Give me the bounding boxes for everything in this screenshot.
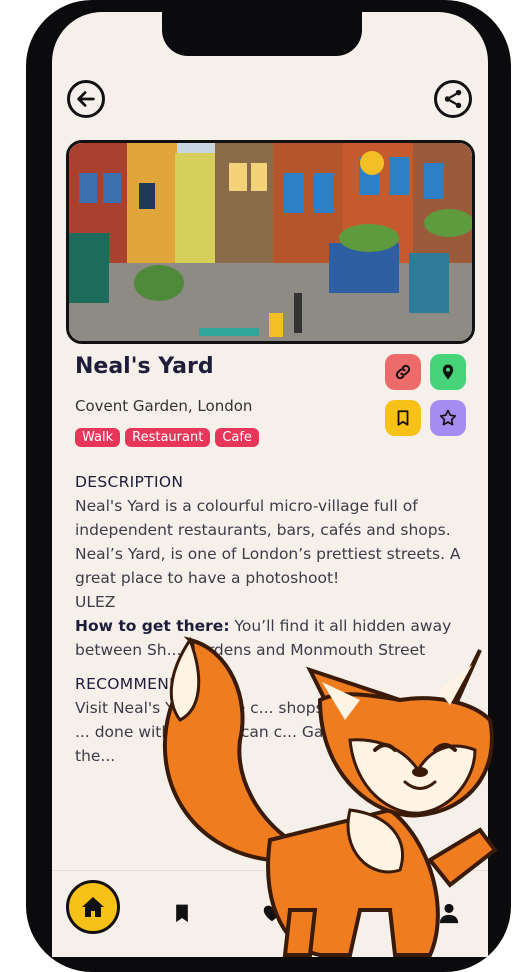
map-button[interactable] [430,354,466,390]
bookmark-button[interactable] [385,400,421,436]
tag-walk[interactable]: Walk [75,428,121,447]
tag-list: Walk Restaurant Cafe [75,428,259,447]
place-title: Neal's Yard [75,354,214,379]
star-icon [439,409,457,426]
hero-photo [66,140,475,344]
nav-home[interactable] [66,880,120,934]
home-icon [82,897,104,917]
description-heading: DESCRIPTION [75,473,184,491]
description-body: Neal's Yard is a colourful micro-village… [75,497,461,587]
arrow-left-icon [77,91,95,107]
bookmark-icon [397,410,409,426]
favorite-star-button[interactable] [430,400,466,436]
share-button[interactable] [434,80,472,118]
tag-restaurant[interactable]: Restaurant [125,428,211,447]
phone-notch [162,0,362,56]
tag-cafe[interactable]: Cafe [215,428,259,447]
link-button[interactable] [385,354,421,390]
fox-mascot [162,636,498,957]
back-button[interactable] [67,80,105,118]
share-icon [444,89,462,109]
link-icon [395,364,411,380]
place-location: Covent Garden, London [75,397,253,415]
map-pin-icon [442,364,454,380]
